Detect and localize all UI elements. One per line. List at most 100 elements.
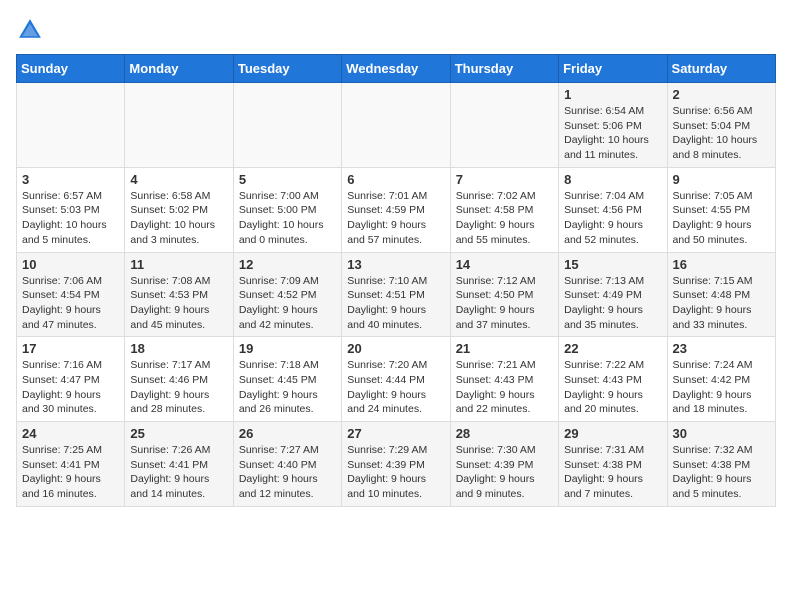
- calendar-cell: 2 Sunrise: 6:56 AM Sunset: 5:04 PM Daylig…: [667, 83, 775, 168]
- day-number: 16: [673, 257, 770, 272]
- day-number: 21: [456, 341, 553, 356]
- day-number: 2: [673, 87, 770, 102]
- day-number: 30: [673, 426, 770, 441]
- day-info: Sunrise: 7:32 AM Sunset: 4:38 PM Dayligh…: [673, 443, 770, 502]
- calendar-cell: 20Sunrise: 7:20 AM Sunset: 4:44 PM Dayli…: [342, 337, 450, 422]
- day-info: Sunrise: 7:22 AM Sunset: 4:43 PM Dayligh…: [564, 358, 661, 417]
- header-day-friday: Friday: [559, 55, 667, 83]
- day-info: Sunrise: 7:18 AM Sunset: 4:45 PM Dayligh…: [239, 358, 336, 417]
- calendar-cell: 23 Sunrise: 7:24 AM Sunset: 4:42 PM Dayli…: [667, 337, 775, 422]
- calendar-cell: [125, 83, 233, 168]
- calendar-cell: 11 Sunrise: 7:08 AM Sunset: 4:53 PM Dayli…: [125, 252, 233, 337]
- day-number: 17: [22, 341, 119, 356]
- day-info: Sunrise: 7:02 AM Sunset: 4:58 PM Dayligh…: [456, 189, 553, 248]
- day-number: 5: [239, 172, 336, 187]
- calendar-cell: 12 Sunrise: 7:09 AM Sunset: 4:52 PM Dayli…: [233, 252, 341, 337]
- day-info: Sunrise: 6:56 AM Sunset: 5:04 PM Dayligh…: [673, 104, 770, 163]
- day-info: Sunrise: 7:00 AM Sunset: 5:00 PM Dayligh…: [239, 189, 336, 248]
- header-day-thursday: Thursday: [450, 55, 558, 83]
- day-info: Sunrise: 7:21 AM Sunset: 4:43 PM Dayligh…: [456, 358, 553, 417]
- day-info: Sunrise: 7:01 AM Sunset: 4:59 PM Dayligh…: [347, 189, 444, 248]
- day-number: 28: [456, 426, 553, 441]
- day-number: 10: [22, 257, 119, 272]
- day-number: 18: [130, 341, 227, 356]
- calendar-week-row: 10 Sunrise: 7:06 AM Sunset: 4:54 PM Dayli…: [17, 252, 776, 337]
- header-day-tuesday: Tuesday: [233, 55, 341, 83]
- calendar-cell: 18 Sunrise: 7:17 AM Sunset: 4:46 PM Dayli…: [125, 337, 233, 422]
- day-number: 13: [347, 257, 444, 272]
- day-info: Sunrise: 7:04 AM Sunset: 4:56 PM Dayligh…: [564, 189, 661, 248]
- page-header: [16, 16, 776, 44]
- day-number: 26: [239, 426, 336, 441]
- calendar-header: SundayMondayTuesdayWednesdayThursdayFrid…: [17, 55, 776, 83]
- header-day-saturday: Saturday: [667, 55, 775, 83]
- day-info: Sunrise: 6:58 AM Sunset: 5:02 PM Dayligh…: [130, 189, 227, 248]
- calendar-cell: 15Sunrise: 7:13 AM Sunset: 4:49 PM Dayli…: [559, 252, 667, 337]
- day-info: Sunrise: 7:17 AM Sunset: 4:46 PM Dayligh…: [130, 358, 227, 417]
- day-number: 9: [673, 172, 770, 187]
- day-info: Sunrise: 7:13 AM Sunset: 4:49 PM Dayligh…: [564, 274, 661, 333]
- day-info: Sunrise: 7:26 AM Sunset: 4:41 PM Dayligh…: [130, 443, 227, 502]
- calendar-cell: 26 Sunrise: 7:27 AM Sunset: 4:40 PM Dayli…: [233, 422, 341, 507]
- day-info: Sunrise: 7:30 AM Sunset: 4:39 PM Dayligh…: [456, 443, 553, 502]
- calendar-cell: 7 Sunrise: 7:02 AM Sunset: 4:58 PM Daylig…: [450, 167, 558, 252]
- header-day-sunday: Sunday: [17, 55, 125, 83]
- day-info: Sunrise: 6:54 AM Sunset: 5:06 PM Dayligh…: [564, 104, 661, 163]
- calendar-week-row: 17 Sunrise: 7:16 AM Sunset: 4:47 PM Dayli…: [17, 337, 776, 422]
- calendar-cell: 14 Sunrise: 7:12 AM Sunset: 4:50 PM Dayli…: [450, 252, 558, 337]
- header-day-wednesday: Wednesday: [342, 55, 450, 83]
- calendar-cell: 28 Sunrise: 7:30 AM Sunset: 4:39 PM Dayli…: [450, 422, 558, 507]
- day-number: 14: [456, 257, 553, 272]
- calendar-cell: [450, 83, 558, 168]
- day-number: 6: [347, 172, 444, 187]
- calendar-cell: 17 Sunrise: 7:16 AM Sunset: 4:47 PM Dayli…: [17, 337, 125, 422]
- day-info: Sunrise: 7:12 AM Sunset: 4:50 PM Dayligh…: [456, 274, 553, 333]
- calendar-cell: 3Sunrise: 6:57 AM Sunset: 5:03 PM Daylig…: [17, 167, 125, 252]
- calendar-cell: [342, 83, 450, 168]
- calendar-cell: [17, 83, 125, 168]
- calendar-cell: 6 Sunrise: 7:01 AM Sunset: 4:59 PM Daylig…: [342, 167, 450, 252]
- day-info: Sunrise: 7:27 AM Sunset: 4:40 PM Dayligh…: [239, 443, 336, 502]
- calendar-body: 1 Sunrise: 6:54 AM Sunset: 5:06 PM Daylig…: [17, 83, 776, 507]
- day-number: 24: [22, 426, 119, 441]
- day-info: Sunrise: 7:16 AM Sunset: 4:47 PM Dayligh…: [22, 358, 119, 417]
- day-info: Sunrise: 7:15 AM Sunset: 4:48 PM Dayligh…: [673, 274, 770, 333]
- logo-icon: [16, 16, 44, 44]
- calendar-cell: 16 Sunrise: 7:15 AM Sunset: 4:48 PM Dayli…: [667, 252, 775, 337]
- day-info: Sunrise: 7:05 AM Sunset: 4:55 PM Dayligh…: [673, 189, 770, 248]
- calendar-cell: 10 Sunrise: 7:06 AM Sunset: 4:54 PM Dayli…: [17, 252, 125, 337]
- day-info: Sunrise: 7:08 AM Sunset: 4:53 PM Dayligh…: [130, 274, 227, 333]
- day-number: 1: [564, 87, 661, 102]
- calendar-table: SundayMondayTuesdayWednesdayThursdayFrid…: [16, 54, 776, 507]
- header-day-monday: Monday: [125, 55, 233, 83]
- day-number: 23: [673, 341, 770, 356]
- day-number: 12: [239, 257, 336, 272]
- calendar-week-row: 1 Sunrise: 6:54 AM Sunset: 5:06 PM Daylig…: [17, 83, 776, 168]
- calendar-cell: 30 Sunrise: 7:32 AM Sunset: 4:38 PM Dayli…: [667, 422, 775, 507]
- calendar-cell: 9 Sunrise: 7:05 AM Sunset: 4:55 PM Daylig…: [667, 167, 775, 252]
- day-number: 19: [239, 341, 336, 356]
- day-info: Sunrise: 7:29 AM Sunset: 4:39 PM Dayligh…: [347, 443, 444, 502]
- day-number: 25: [130, 426, 227, 441]
- header-row: SundayMondayTuesdayWednesdayThursdayFrid…: [17, 55, 776, 83]
- calendar-cell: [233, 83, 341, 168]
- calendar-cell: 1 Sunrise: 6:54 AM Sunset: 5:06 PM Daylig…: [559, 83, 667, 168]
- calendar-cell: 29Sunrise: 7:31 AM Sunset: 4:38 PM Dayli…: [559, 422, 667, 507]
- day-number: 11: [130, 257, 227, 272]
- calendar-cell: 4Sunrise: 6:58 AM Sunset: 5:02 PM Daylig…: [125, 167, 233, 252]
- day-number: 8: [564, 172, 661, 187]
- logo: [16, 16, 48, 44]
- calendar-cell: 22Sunrise: 7:22 AM Sunset: 4:43 PM Dayli…: [559, 337, 667, 422]
- day-number: 27: [347, 426, 444, 441]
- calendar-cell: 24Sunrise: 7:25 AM Sunset: 4:41 PM Dayli…: [17, 422, 125, 507]
- day-info: Sunrise: 7:06 AM Sunset: 4:54 PM Dayligh…: [22, 274, 119, 333]
- day-info: Sunrise: 7:24 AM Sunset: 4:42 PM Dayligh…: [673, 358, 770, 417]
- day-info: Sunrise: 6:57 AM Sunset: 5:03 PM Dayligh…: [22, 189, 119, 248]
- calendar-week-row: 24Sunrise: 7:25 AM Sunset: 4:41 PM Dayli…: [17, 422, 776, 507]
- day-number: 7: [456, 172, 553, 187]
- calendar-week-row: 3Sunrise: 6:57 AM Sunset: 5:03 PM Daylig…: [17, 167, 776, 252]
- calendar-cell: 8 Sunrise: 7:04 AM Sunset: 4:56 PM Daylig…: [559, 167, 667, 252]
- day-number: 20: [347, 341, 444, 356]
- day-info: Sunrise: 7:09 AM Sunset: 4:52 PM Dayligh…: [239, 274, 336, 333]
- calendar-cell: 13Sunrise: 7:10 AM Sunset: 4:51 PM Dayli…: [342, 252, 450, 337]
